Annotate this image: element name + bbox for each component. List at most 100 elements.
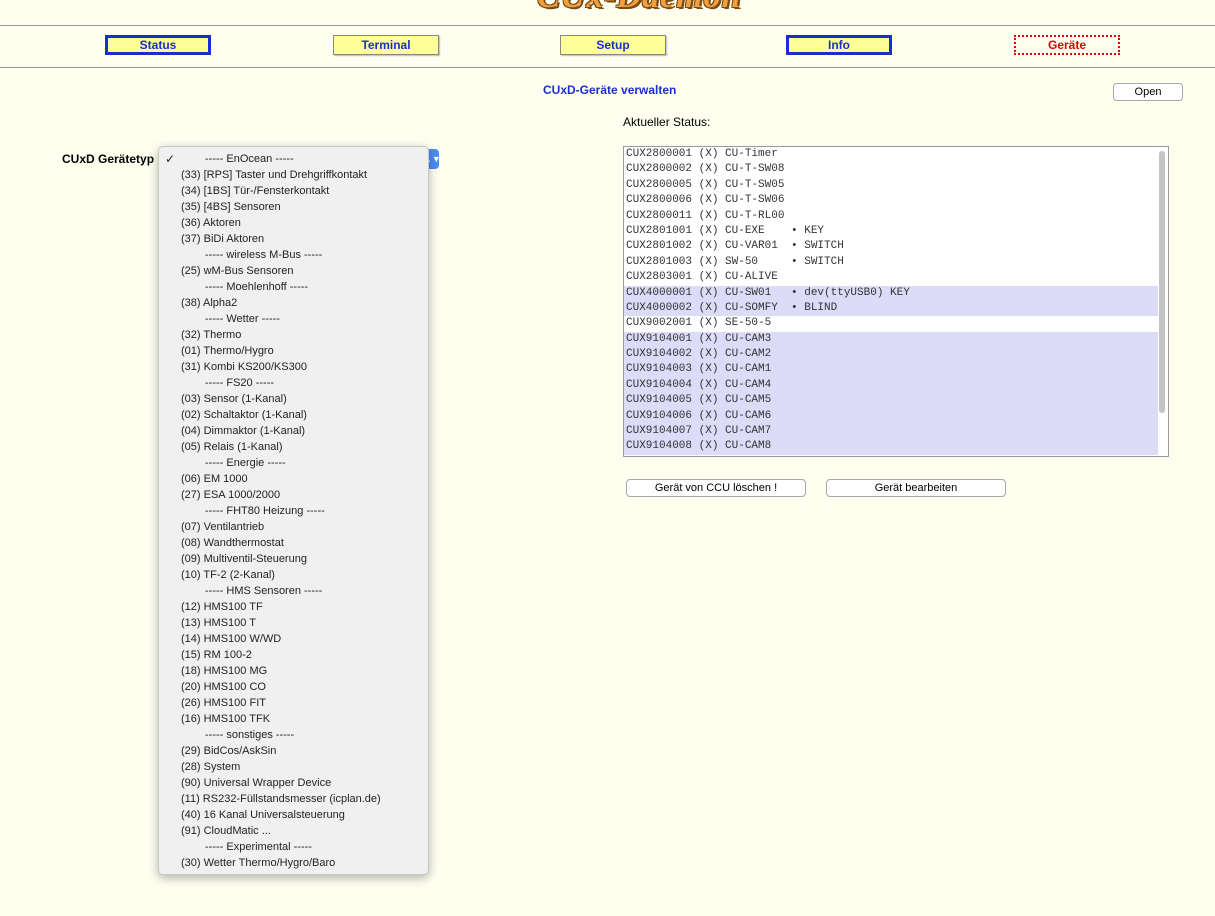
status-label: Aktueller Status: [623, 115, 711, 129]
delete-device-button[interactable]: Gerät von CCU löschen ! [626, 479, 806, 497]
status-row[interactable]: CUX9104007 (X) CU-CAM7 [624, 424, 1158, 440]
dropdown-option[interactable]: (12) HMS100 TF [159, 599, 428, 615]
option-group-header[interactable]: ----- FS20 ----- [159, 375, 428, 391]
option-group-header[interactable]: ----- Wetter ----- [159, 311, 428, 327]
status-row[interactable]: CUX9104005 (X) CU-CAM5 [624, 393, 1158, 409]
dropdown-option[interactable]: (10) TF-2 (2-Kanal) [159, 567, 428, 583]
status-row[interactable]: CUX2800005 (X) CU-T-SW05 [624, 178, 1158, 193]
option-label: (36) Aktoren [181, 217, 241, 229]
dropdown-option[interactable]: (90) Universal Wrapper Device [159, 775, 428, 791]
dropdown-option[interactable]: (36) Aktoren [159, 215, 428, 231]
option-label: (90) Universal Wrapper Device [181, 777, 332, 789]
option-label: ----- EnOcean ----- [205, 153, 294, 165]
status-scrollbar-thumb[interactable] [1159, 151, 1165, 413]
option-group-header[interactable]: ----- sonstiges ----- [159, 727, 428, 743]
dropdown-option[interactable]: (16) HMS100 TFK [159, 711, 428, 727]
option-label: (12) HMS100 TF [181, 601, 263, 613]
dropdown-option[interactable]: (30) Wetter Thermo/Hygro/Baro [159, 855, 428, 871]
dropdown-option[interactable]: (14) HMS100 W/WD [159, 631, 428, 647]
option-group-header[interactable]: ----- Energie ----- [159, 455, 428, 471]
status-row[interactable]: CUX2801002 (X) CU-VAR01 • SWITCH [624, 239, 1158, 254]
option-group-header[interactable]: ✓ ----- EnOcean ----- [159, 151, 428, 167]
dropdown-option[interactable]: (34) [1BS] Tür-/Fensterkontakt [159, 183, 428, 199]
option-label: (09) Multiventil-Steuerung [181, 553, 307, 565]
status-row[interactable]: CUX4000001 (X) CU-SW01 • dev(ttyUSB0) KE… [624, 285, 1158, 301]
dropdown-option[interactable]: (09) Multiventil-Steuerung [159, 551, 428, 567]
dropdown-option[interactable]: (25) wM-Bus Sensoren [159, 263, 428, 279]
dropdown-option[interactable]: (08) Wandthermostat [159, 535, 428, 551]
nav-divider [0, 67, 1215, 68]
nav-geraete-button[interactable]: Geräte [1014, 35, 1120, 55]
status-listbox[interactable]: CUX2800001 (X) CU-Timer CUX2800002 (X) CU… [623, 146, 1169, 457]
dropdown-option[interactable]: (35) [4BS] Sensoren [159, 199, 428, 215]
status-row[interactable]: CUX2800006 (X) CU-T-SW06 [624, 193, 1158, 208]
dropdown-option[interactable]: (04) Dimmaktor (1-Kanal) [159, 423, 428, 439]
status-row[interactable]: CUX9104002 (X) CU-CAM2 [624, 347, 1158, 363]
option-label: (13) HMS100 T [181, 617, 256, 629]
dropdown-option[interactable]: (33) [RPS] Taster und Drehgriffkontakt [159, 167, 428, 183]
nav-terminal-button[interactable]: Terminal [333, 35, 439, 55]
status-row[interactable]: CUX9002001 (X) SE-50-5 [624, 316, 1158, 331]
dropdown-option[interactable]: (31) Kombi KS200/KS300 [159, 359, 428, 375]
dropdown-option[interactable]: (11) RS232-Füllstandsmesser (icplan.de) [159, 791, 428, 807]
dropdown-option[interactable]: (29) BidCos/AskSin [159, 743, 428, 759]
status-scrollbar[interactable] [1158, 149, 1166, 454]
status-row[interactable]: CUX9104003 (X) CU-CAM1 [624, 362, 1158, 378]
device-type-dropdown[interactable]: ✓ ----- EnOcean ----- (33) [RPS] Taster un… [158, 146, 429, 875]
dropdown-option[interactable]: (01) Thermo/Hygro [159, 343, 428, 359]
option-label: (18) HMS100 MG [181, 665, 268, 677]
status-row[interactable]: CUX9104001 (X) CU-CAM3 [624, 331, 1158, 348]
status-row[interactable]: CUX9104006 (X) CU-CAM6 [624, 408, 1158, 425]
option-label: (15) RM 100-2 [181, 649, 252, 661]
dropdown-option[interactable]: (38) Alpha2 [159, 295, 428, 311]
status-row[interactable]: CUX9104008 (X) CU-CAM8 [624, 439, 1158, 455]
checkmark-icon: ✓ [165, 152, 176, 166]
nav-setup-button[interactable]: Setup [560, 35, 666, 55]
nav-info-button[interactable]: Info [786, 35, 892, 55]
nav-status-button[interactable]: Status [105, 35, 211, 55]
option-group-header[interactable]: ----- wireless M-Bus ----- [159, 247, 428, 263]
status-row[interactable]: CUX2800001 (X) CU-Timer [624, 147, 1158, 162]
open-button[interactable]: Open [1113, 83, 1183, 101]
edit-device-button[interactable]: Gerät bearbeiten [826, 479, 1006, 497]
option-group-header[interactable]: ----- Experimental ----- [159, 839, 428, 855]
dropdown-option[interactable]: (27) ESA 1000/2000 [159, 487, 428, 503]
status-list: CUX2800001 (X) CU-Timer CUX2800002 (X) CU… [624, 147, 1168, 455]
option-group-header[interactable]: ----- Moehlenhoff ----- [159, 279, 428, 295]
status-row[interactable]: CUX4000002 (X) CU-SOMFY • BLIND [624, 300, 1158, 317]
dropdown-option[interactable]: (26) HMS100 FIT [159, 695, 428, 711]
status-row[interactable]: CUX9104004 (X) CU-CAM4 [624, 377, 1158, 394]
option-label: ----- sonstiges ----- [205, 729, 295, 741]
option-label: (33) [RPS] Taster und Drehgriffkontakt [181, 169, 368, 181]
dropdown-option[interactable]: (03) Sensor (1-Kanal) [159, 391, 428, 407]
dropdown-option[interactable]: (40) 16 Kanal Universalsteuerung [159, 807, 428, 823]
dropdown-option[interactable]: (13) HMS100 T [159, 615, 428, 631]
option-label: ----- FHT80 Heizung ----- [205, 505, 325, 517]
option-group-header[interactable]: ----- FHT80 Heizung ----- [159, 503, 428, 519]
page-title: CUxD-Geräte verwalten [543, 83, 677, 97]
option-label: (34) [1BS] Tür-/Fensterkontakt [181, 185, 330, 197]
header-divider [0, 25, 1215, 26]
dropdown-option[interactable]: (18) HMS100 MG [159, 663, 428, 679]
dropdown-option[interactable]: (28) System [159, 759, 428, 775]
option-label: (10) TF-2 (2-Kanal) [181, 569, 275, 581]
dropdown-option[interactable]: (32) Thermo [159, 327, 428, 343]
status-row[interactable]: CUX2803001 (X) CU-ALIVE [624, 270, 1158, 285]
dropdown-option[interactable]: (20) HMS100 CO [159, 679, 428, 695]
dropdown-option[interactable]: (91) CloudMatic ... [159, 823, 428, 839]
status-row[interactable]: CUX2800002 (X) CU-T-SW08 [624, 162, 1158, 177]
dropdown-option[interactable]: (37) BiDi Aktoren [159, 231, 428, 247]
option-label: (37) BiDi Aktoren [181, 233, 265, 245]
option-label: ----- wireless M-Bus ----- [205, 249, 323, 261]
dropdown-option[interactable]: (05) Relais (1-Kanal) [159, 439, 428, 455]
dropdown-option[interactable]: (15) RM 100-2 [159, 647, 428, 663]
status-row[interactable]: CUX2801001 (X) CU-EXE • KEY [624, 224, 1158, 239]
option-group-header[interactable]: ----- HMS Sensoren ----- [159, 583, 428, 599]
status-row[interactable]: CUX2800011 (X) CU-T-RL00 [624, 209, 1158, 224]
option-label: (14) HMS100 W/WD [181, 633, 282, 645]
status-row[interactable]: CUX2801003 (X) SW-50 • SWITCH [624, 255, 1158, 270]
option-label: (40) 16 Kanal Universalsteuerung [181, 809, 345, 821]
dropdown-option[interactable]: (06) EM 1000 [159, 471, 428, 487]
dropdown-option[interactable]: (02) Schaltaktor (1-Kanal) [159, 407, 428, 423]
dropdown-option[interactable]: (07) Ventilantrieb [159, 519, 428, 535]
